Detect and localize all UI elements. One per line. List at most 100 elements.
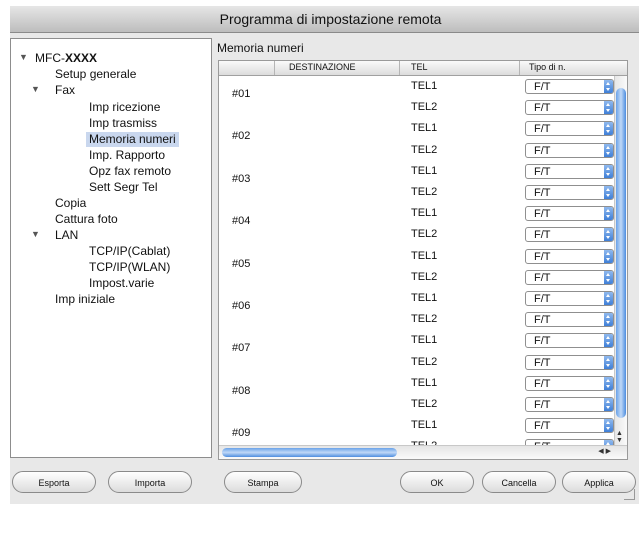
tree-item-setup-generale[interactable]: Setup generale: [55, 67, 136, 82]
scroll-arrows-icon[interactable]: ▲ ▼: [616, 430, 623, 444]
select-stepper-icon[interactable]: [604, 249, 613, 263]
row-label: #07: [232, 342, 251, 355]
number-type-select[interactable]: F/T: [525, 333, 614, 349]
tree-root-prefix: MFC-: [35, 51, 65, 65]
row-label: #02: [232, 130, 251, 143]
select-stepper-icon[interactable]: [604, 376, 613, 390]
number-type-value: F/T: [534, 377, 551, 390]
number-type-value: F/T: [534, 399, 551, 411]
horizontal-scrollbar[interactable]: ◀ ▶: [219, 445, 627, 459]
tree-root-model: XXXX: [65, 51, 98, 65]
export-button[interactable]: Esporta: [12, 471, 96, 493]
select-stepper-icon[interactable]: [604, 355, 613, 369]
disclosure-triangle-icon[interactable]: ▼: [19, 52, 28, 62]
tree-item-fax[interactable]: Fax: [55, 83, 75, 98]
number-type-select[interactable]: F/T: [525, 121, 614, 137]
number-type-value: F/T: [534, 144, 551, 157]
select-stepper-icon[interactable]: [604, 143, 613, 157]
select-stepper-icon[interactable]: [604, 101, 613, 115]
select-stepper-icon[interactable]: [604, 313, 613, 327]
number-type-select[interactable]: F/T: [525, 100, 614, 116]
number-type-select[interactable]: F/T: [525, 227, 614, 243]
number-type-value: F/T: [534, 250, 551, 263]
number-type-value: F/T: [534, 335, 551, 348]
tree-item-imp-iniziale[interactable]: Imp iniziale: [55, 292, 115, 307]
tree-item-tcpip-cablat[interactable]: TCP/IP(Cablat): [89, 244, 170, 259]
speed-dial-table[interactable]: DESTINAZIONE TEL Tipo di n. #01 TEL1 F/T TE…: [218, 60, 628, 460]
number-type-select[interactable]: F/T: [525, 206, 614, 222]
tree-item-tcpip-wlan[interactable]: TCP/IP(WLAN): [89, 260, 170, 275]
section-title: Memoria numeri: [217, 41, 304, 55]
tree-item-memoria-numeri[interactable]: Memoria numeri: [86, 132, 179, 147]
number-type-select[interactable]: F/T: [525, 375, 614, 391]
tel-cell: TEL1: [411, 164, 438, 177]
number-type-select[interactable]: F/T: [525, 397, 614, 412]
horizontal-scroll-thumb[interactable]: [222, 448, 397, 457]
number-type-value: F/T: [534, 165, 551, 178]
tel-cell: TEL2: [411, 313, 438, 326]
column-header-destinazione[interactable]: DESTINAZIONE: [289, 62, 356, 72]
tel-cell: TEL2: [411, 186, 438, 198]
select-stepper-icon[interactable]: [604, 334, 613, 348]
tel-cell: TEL2: [411, 398, 438, 410]
number-type-select[interactable]: F/T: [525, 418, 614, 434]
vertical-scroll-thumb[interactable]: [616, 88, 626, 418]
row-label: #06: [232, 300, 251, 312]
tree-root[interactable]: MFC-XXXX: [35, 51, 97, 66]
ok-button[interactable]: OK: [400, 471, 474, 493]
tel-cell: TEL1: [411, 122, 438, 135]
number-type-select[interactable]: F/T: [525, 354, 614, 370]
select-stepper-icon[interactable]: [604, 398, 613, 411]
number-type-select[interactable]: F/T: [525, 79, 614, 94]
import-button[interactable]: Importa: [108, 471, 192, 493]
row-label: #01: [232, 88, 251, 100]
select-stepper-icon[interactable]: [604, 122, 613, 136]
tree-item-imp-trasmiss[interactable]: Imp trasmiss: [89, 116, 157, 131]
print-button[interactable]: Stampa: [224, 471, 302, 493]
number-type-value: F/T: [534, 102, 551, 115]
scroll-arrows-icon[interactable]: ◀ ▶: [598, 447, 611, 455]
number-type-value: F/T: [534, 187, 551, 199]
tree-item-impost-varie[interactable]: Impost.varie: [89, 276, 154, 291]
disclosure-triangle-icon[interactable]: ▼: [31, 84, 40, 94]
tree-item-cattura-foto[interactable]: Cattura foto: [55, 212, 118, 227]
number-type-select[interactable]: F/T: [525, 142, 614, 158]
number-type-value: F/T: [534, 271, 551, 284]
title-bar[interactable]: Programma di impostazione remota: [10, 6, 639, 33]
select-stepper-icon[interactable]: [604, 419, 613, 433]
number-type-value: F/T: [534, 356, 551, 369]
select-stepper-icon[interactable]: [604, 186, 613, 199]
number-type-select[interactable]: F/T: [525, 291, 614, 306]
number-type-select[interactable]: F/T: [525, 312, 614, 328]
number-type-select[interactable]: F/T: [525, 163, 614, 179]
vertical-scrollbar[interactable]: ▲ ▼: [614, 76, 627, 446]
tel-cell: TEL1: [411, 80, 438, 92]
column-header-tel[interactable]: TEL: [411, 62, 428, 72]
number-type-value: F/T: [534, 420, 551, 433]
tree-item-opz-fax-remoto[interactable]: Opz fax remoto: [89, 164, 171, 179]
tel-cell: TEL1: [411, 376, 438, 389]
select-stepper-icon[interactable]: [604, 207, 613, 221]
select-stepper-icon[interactable]: [604, 270, 613, 284]
number-type-select[interactable]: F/T: [525, 185, 614, 200]
tel-cell: TEL2: [411, 228, 438, 241]
resize-handle-icon[interactable]: [624, 489, 635, 500]
column-header-tipo[interactable]: Tipo di n.: [529, 62, 566, 72]
tree-item-imp-ricezione[interactable]: Imp ricezione: [89, 100, 160, 115]
tree-item-copia[interactable]: Copia: [55, 196, 86, 211]
number-type-select[interactable]: F/T: [525, 269, 614, 285]
cancel-button[interactable]: Cancella: [482, 471, 556, 493]
number-type-value: F/T: [534, 314, 551, 327]
select-stepper-icon[interactable]: [604, 80, 613, 93]
select-stepper-icon[interactable]: [604, 228, 613, 242]
tree-item-imp-rapporto[interactable]: Imp. Rapporto: [89, 148, 165, 163]
number-type-select[interactable]: F/T: [525, 248, 614, 264]
column-separator: [399, 61, 400, 75]
tree-item-sett-segr-tel[interactable]: Sett Segr Tel: [89, 180, 157, 195]
select-stepper-icon[interactable]: [604, 292, 613, 305]
row-label: #03: [232, 172, 251, 185]
tree-item-lan[interactable]: LAN: [55, 228, 78, 243]
disclosure-triangle-icon[interactable]: ▼: [31, 229, 40, 239]
select-stepper-icon[interactable]: [604, 164, 613, 178]
settings-tree[interactable]: ▼ MFC-XXXX Setup generale ▼ Fax Imp rice…: [10, 38, 212, 458]
